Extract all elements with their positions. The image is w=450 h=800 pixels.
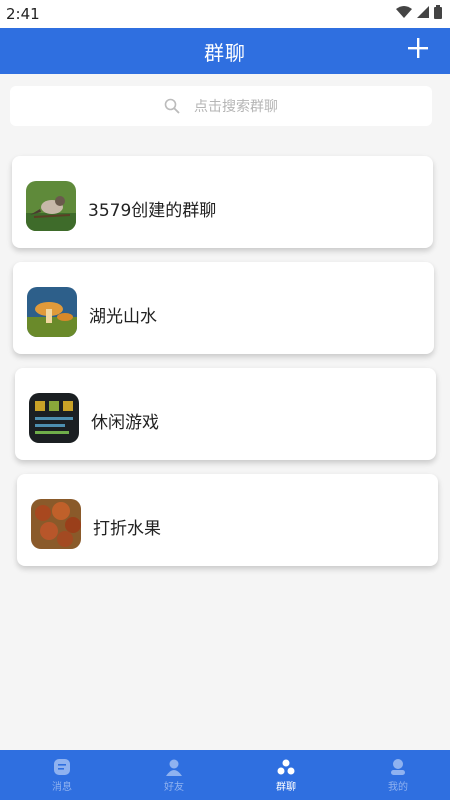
nav-friends[interactable]: 好友 (118, 750, 230, 800)
group-item[interactable]: 湖光山水 (13, 262, 434, 354)
group-item[interactable]: 休闲游戏 (15, 368, 436, 460)
mushroom-photo (27, 287, 77, 337)
add-group-button[interactable] (402, 32, 434, 64)
app-bar: 群聊 (0, 28, 450, 74)
plus-icon (408, 38, 428, 58)
nav-messages[interactable]: 消息 (6, 750, 118, 800)
page-title: 群聊 (204, 41, 246, 65)
group-name: 3579创建的群聊 (88, 201, 217, 221)
search-input[interactable]: 点击搜索群聊 (10, 86, 432, 126)
nav-label: 消息 (52, 781, 72, 793)
friends-icon (166, 759, 182, 776)
group-avatar (31, 499, 81, 549)
group-name: 休闲游戏 (91, 413, 159, 433)
wifi-icon (396, 6, 412, 18)
status-time: 2:41 (6, 5, 40, 23)
group-avatar (29, 393, 79, 443)
search-icon (164, 98, 180, 114)
search-placeholder: 点击搜索群聊 (194, 99, 278, 115)
group-item[interactable]: 3579创建的群聊 (12, 156, 433, 248)
group-item[interactable]: 打折水果 (17, 474, 438, 566)
fruit-photo (31, 499, 81, 549)
status-icons (396, 5, 442, 19)
nav-label: 我的 (388, 781, 408, 793)
group-name: 湖光山水 (89, 307, 157, 327)
game-screen-photo (29, 393, 79, 443)
profile-icon (391, 758, 405, 775)
bottom-nav: 消息 好友 群聊 我的 (0, 750, 450, 800)
group-avatar (27, 287, 77, 337)
message-icon (54, 758, 70, 775)
signal-icon (417, 6, 429, 18)
group-avatar (26, 181, 76, 231)
nav-label: 好友 (164, 781, 184, 793)
nav-label: 群聊 (276, 781, 296, 793)
battery-icon (434, 5, 442, 19)
status-bar: 2:41 (0, 0, 450, 28)
group-name: 打折水果 (93, 519, 161, 539)
nav-profile[interactable]: 我的 (342, 750, 450, 800)
bird-photo (26, 181, 76, 231)
group-icon (277, 759, 295, 774)
nav-groups[interactable]: 群聊 (230, 750, 342, 800)
